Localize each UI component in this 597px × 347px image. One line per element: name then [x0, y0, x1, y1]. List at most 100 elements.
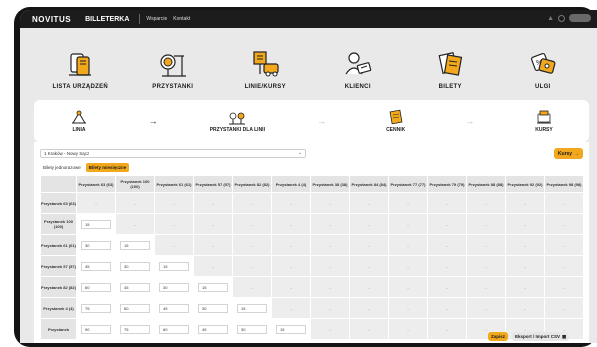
empty-cell: -	[388, 255, 428, 277]
price-input[interactable]: 45	[198, 324, 228, 334]
price-cell: 15	[76, 213, 116, 235]
price-cell: 60	[76, 276, 116, 298]
empty-cell: -	[349, 318, 389, 340]
price-cell: 15	[193, 276, 233, 298]
empty-cell: -	[466, 234, 506, 256]
price-input[interactable]: 30	[81, 240, 111, 250]
price-input[interactable]: 60	[81, 282, 111, 292]
empty-cell: -	[193, 234, 233, 256]
main-menu: LISTA URZĄDZEŃ PRZYSTANKI LINIE/KURSY KL…	[34, 36, 589, 96]
price-input[interactable]: 30	[198, 303, 228, 313]
price-cell: 30	[154, 276, 194, 298]
price-input[interactable]: 15	[81, 219, 111, 229]
price-input[interactable]: 45	[120, 282, 150, 292]
step-przystanki-label: PRZYSTANKI DLA LINII	[209, 127, 265, 133]
save-button[interactable]: Zapisz	[488, 332, 509, 341]
empty-cell: -	[388, 297, 428, 319]
price-input[interactable]: 30	[159, 282, 189, 292]
column-header: Przystanek 98 (98)	[544, 175, 584, 193]
column-header: Przystanek 84 (84)	[349, 175, 389, 193]
contact-link[interactable]: Kontakt	[173, 16, 190, 22]
price-input[interactable]: 75	[120, 324, 150, 334]
kursy-button[interactable]: Kursy →	[554, 148, 583, 159]
empty-cell: -	[388, 276, 428, 298]
price-input[interactable]: 45	[159, 303, 189, 313]
price-input[interactable]: 60	[120, 303, 150, 313]
user-icon[interactable]	[558, 14, 565, 22]
price-cell: 15	[271, 318, 311, 340]
price-input[interactable]: 30	[237, 324, 267, 334]
price-cell: 15	[154, 255, 194, 277]
empty-cell: -	[310, 255, 350, 277]
price-cell: 60	[115, 297, 155, 319]
footer-actions: Zapisz Eksport / Import CSV ▦	[488, 332, 570, 341]
step-linia[interactable]: LINIA	[34, 109, 124, 133]
empty-cell: -	[388, 213, 428, 235]
ticket-type-tabs: Bilety jednorazowe Bilety miesięczne	[40, 163, 130, 172]
table-row: Przystanek 57 (57) 45 30 15- - - - - - - - - -	[40, 255, 584, 277]
empty-cell: -	[193, 213, 233, 235]
price-input[interactable]: 15	[120, 240, 150, 250]
empty-cell: -	[466, 255, 506, 277]
empty-cell: -	[505, 276, 545, 298]
menu-routes[interactable]: LINIE/KURSY	[219, 36, 312, 96]
download-icon: ▦	[562, 333, 567, 339]
tab-single-tickets[interactable]: Bilety jednorazowe	[40, 163, 84, 172]
menu-discounts[interactable]: % ULGI	[497, 36, 590, 96]
table-header-row: Przystanek 63 (63) Przystanek 100 (100) Pr…	[40, 175, 584, 193]
export-import-button[interactable]: Eksport / Import CSV ▦	[512, 332, 570, 341]
step-cennik[interactable]: CENNIK	[351, 109, 441, 133]
price-cell: 75	[76, 297, 116, 319]
price-input[interactable]: 30	[120, 261, 150, 271]
row-header: Przystanek 57 (57)	[40, 255, 77, 277]
route-line-icon	[72, 110, 86, 124]
tickets-icon	[438, 52, 463, 76]
price-input[interactable]: 15	[159, 261, 189, 271]
route-select[interactable]: 1 Kraków - Nowy Sącz ⌄	[40, 149, 306, 158]
menu-stops[interactable]: PRZYSTANKI	[127, 36, 220, 96]
price-input[interactable]: 75	[81, 303, 111, 313]
step-kursy[interactable]: KURSY	[499, 109, 589, 133]
empty-cell: -	[349, 234, 389, 256]
empty-cell: -	[427, 255, 467, 277]
price-input[interactable]: 15	[237, 303, 267, 313]
step-przystanki[interactable]: PRZYSTANKI DLA LINII	[182, 109, 292, 133]
tab-monthly-tickets[interactable]: Bilety miesięczne	[85, 163, 130, 172]
table-row: Przystanek 61 (61) 30 15- - - - - - - - - - -	[40, 234, 584, 256]
export-import-label: Eksport / Import CSV	[515, 334, 561, 339]
menu-devices[interactable]: LISTA URZĄDZEŃ	[34, 36, 127, 96]
empty-cell: -	[310, 213, 350, 235]
menu-clients[interactable]: KLIENCI	[312, 36, 405, 96]
empty-cell: -	[310, 234, 350, 256]
app-window: NOVITUS BILLETERKA Wsparcie Kontakt ▲ LI…	[20, 10, 597, 343]
empty-cell: -	[232, 192, 272, 214]
app-name[interactable]: BILLETERKA	[85, 16, 129, 23]
step-cennik-label: CENNIK	[386, 127, 406, 133]
column-header: Przystanek 100 (100)	[115, 175, 155, 193]
empty-cell: -	[232, 213, 272, 235]
price-input[interactable]: 60	[159, 324, 189, 334]
empty-cell: -	[76, 192, 116, 214]
empty-cell: -	[505, 192, 545, 214]
empty-cell: -	[427, 318, 467, 340]
bell-icon[interactable]: ▲	[547, 15, 554, 22]
empty-cell: -	[193, 192, 233, 214]
price-input[interactable]: 15	[276, 324, 306, 334]
step-linia-label: LINIA	[72, 127, 86, 133]
price-input[interactable]: 90	[81, 324, 111, 334]
empty-cell: -	[349, 297, 389, 319]
table-corner	[40, 175, 77, 193]
devices-icon	[69, 53, 92, 76]
price-input[interactable]: 45	[81, 261, 111, 271]
empty-cell: -	[310, 276, 350, 298]
price-cell: 60	[154, 318, 194, 340]
price-cell: 30	[232, 318, 272, 340]
row-header: Przystanek 4 (4)	[40, 297, 77, 319]
empty-cell: -	[466, 276, 506, 298]
column-header: Przystanek 4 (4)	[271, 175, 311, 193]
user-menu[interactable]	[569, 14, 591, 22]
empty-cell: -	[349, 255, 389, 277]
menu-tickets[interactable]: BILETY	[404, 36, 497, 96]
price-input[interactable]: 15	[198, 282, 228, 292]
support-link[interactable]: Wsparcie	[146, 16, 167, 22]
